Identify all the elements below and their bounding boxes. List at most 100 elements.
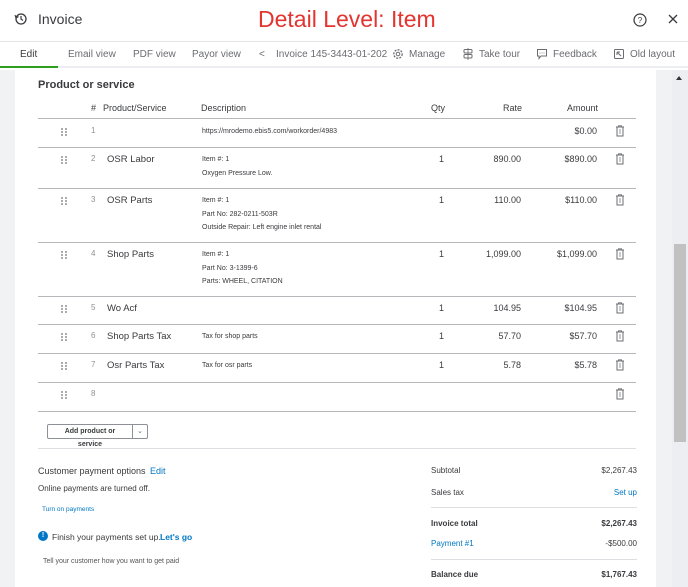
scrollbar-thumb[interactable]	[674, 244, 686, 442]
row-description[interactable]: Tax for shop parts	[202, 330, 258, 344]
description-line: Tax for shop parts	[202, 333, 258, 340]
page-title: Invoice	[38, 11, 83, 27]
row-qty[interactable]: 1	[420, 360, 444, 370]
row-product[interactable]: OSR Parts	[107, 195, 152, 206]
subtotal-label: Subtotal	[431, 466, 461, 475]
feedback-label: Feedback	[553, 48, 597, 60]
column-header-num: #	[91, 103, 97, 113]
row-qty[interactable]: 1	[420, 154, 444, 164]
manage-label: Manage	[409, 48, 446, 60]
tab-pdf-view[interactable]: PDF view	[133, 49, 176, 60]
description-line: https://mrodemo.ebis5.com/workorder/4983	[202, 128, 338, 135]
take-tour-label: Take tour	[479, 48, 521, 60]
row-rate[interactable]: 104.95	[470, 303, 521, 313]
history-icon[interactable]	[14, 12, 28, 26]
trash-icon[interactable]	[615, 388, 625, 400]
row-number: 5	[91, 303, 96, 312]
trash-icon[interactable]	[615, 302, 625, 314]
row-divider	[38, 324, 636, 325]
row-product[interactable]: Wo Acf	[107, 303, 137, 314]
trash-icon[interactable]	[615, 194, 625, 206]
trash-icon[interactable]	[615, 153, 625, 165]
tell-customer-text: Tell your customer how you want to get p…	[43, 558, 180, 565]
turn-on-payments-link[interactable]: Turn on payments	[42, 506, 94, 513]
row-product[interactable]: Osr Parts Tax	[107, 360, 164, 371]
row-amount: $0.00	[574, 126, 597, 136]
trash-icon[interactable]	[615, 125, 625, 137]
row-number: 4	[91, 249, 96, 258]
chevron-down-icon[interactable]: ⌄	[133, 425, 147, 438]
manage-button[interactable]: Manage	[392, 48, 445, 60]
feedback-button[interactable]: Feedback	[536, 48, 597, 60]
drag-handle-icon[interactable]	[61, 251, 67, 259]
svg-text:?: ?	[638, 16, 643, 25]
row-divider	[38, 296, 636, 297]
row-divider	[38, 147, 636, 148]
drag-handle-icon[interactable]	[61, 362, 67, 370]
tab-email-view[interactable]: Email view	[68, 49, 116, 60]
add-product-label[interactable]: Add product or service	[48, 425, 133, 448]
section-divider	[38, 448, 636, 449]
description-line: Oxygen Pressure Low.	[202, 169, 273, 177]
row-number: 2	[91, 154, 96, 163]
row-product[interactable]: Shop Parts	[107, 249, 154, 260]
row-amount: $5.78	[574, 360, 597, 370]
row-description[interactable]: Item #: 1 Part No: 3-1399-6 Parts: WHEEL, …	[202, 248, 283, 289]
row-qty[interactable]: 1	[420, 195, 444, 205]
row-description[interactable]: Item #: 1 Oxygen Pressure Low.	[202, 153, 272, 180]
payment-options-title: Customer payment options	[38, 466, 146, 476]
row-rate[interactable]: 110.00	[470, 195, 521, 205]
column-header-rate: Rate	[503, 103, 523, 113]
drag-handle-icon[interactable]	[61, 197, 67, 205]
drag-handle-icon[interactable]	[61, 391, 67, 399]
payment-options-edit-link[interactable]: Edit	[150, 466, 166, 476]
row-product[interactable]: Shop Parts Tax	[107, 331, 171, 342]
totals-divider	[431, 507, 637, 508]
add-product-button[interactable]: Add product or service ⌄	[47, 424, 148, 448]
lets-go-link[interactable]: Let's go	[160, 532, 192, 542]
balance-due-label: Balance due	[431, 570, 479, 579]
take-tour-button[interactable]: Take tour	[462, 48, 520, 60]
row-amount: $110.00	[565, 195, 597, 205]
column-header-amount: Amount	[567, 103, 599, 113]
row-rate[interactable]: 5.78	[470, 360, 521, 370]
row-qty[interactable]: 1	[420, 303, 444, 313]
row-number: 3	[91, 195, 96, 204]
close-icon[interactable]	[667, 13, 679, 25]
invoice-total-label: Invoice total	[431, 519, 478, 528]
sales-tax-setup-link[interactable]: Set up	[560, 488, 637, 497]
row-qty[interactable]: 1	[420, 331, 444, 341]
column-header-product: Product/Service	[103, 103, 167, 113]
drag-handle-icon[interactable]	[61, 156, 67, 164]
previous-invoice-button[interactable]: <	[259, 49, 265, 60]
trash-icon[interactable]	[615, 248, 625, 260]
row-qty[interactable]: 1	[420, 249, 444, 259]
old-layout-button[interactable]: Old layout	[613, 48, 675, 60]
trash-icon[interactable]	[615, 359, 625, 371]
drag-handle-icon[interactable]	[61, 333, 67, 341]
description-line: Parts: WHEEL, CITATION	[202, 278, 283, 285]
row-rate[interactable]: 57.70	[470, 331, 521, 341]
drag-handle-icon[interactable]	[61, 128, 67, 136]
feedback-icon	[537, 49, 547, 60]
gear-icon	[393, 49, 403, 59]
row-rate[interactable]: 890.00	[470, 154, 521, 164]
trash-icon[interactable]	[615, 330, 625, 342]
row-description[interactable]: https://mrodemo.ebis5.com/workorder/4983	[202, 125, 337, 139]
tab-payor-view[interactable]: Payor view	[192, 49, 241, 60]
drag-handle-icon[interactable]	[61, 305, 67, 313]
balance-due-value: $1,767.43	[601, 570, 637, 579]
old-layout-icon	[614, 49, 624, 59]
product-section-title: Product or service	[38, 79, 135, 91]
table-header-divider	[38, 118, 636, 119]
row-description[interactable]: Tax for osr parts	[202, 359, 252, 373]
description-line: Outside Repair: Left engine inlet rental	[202, 224, 322, 231]
row-description[interactable]: Item #: 1 Part No: 282-0211-503R Outside R…	[202, 194, 321, 235]
tab-edit[interactable]: Edit	[20, 49, 37, 60]
help-icon[interactable]: ?	[633, 13, 647, 27]
row-rate[interactable]: 1,099.00	[470, 249, 521, 259]
row-product[interactable]: OSR Labor	[107, 154, 155, 165]
row-divider	[38, 382, 636, 383]
payment-link[interactable]: Payment #1	[431, 539, 474, 548]
scroll-up-arrow[interactable]	[676, 76, 682, 80]
